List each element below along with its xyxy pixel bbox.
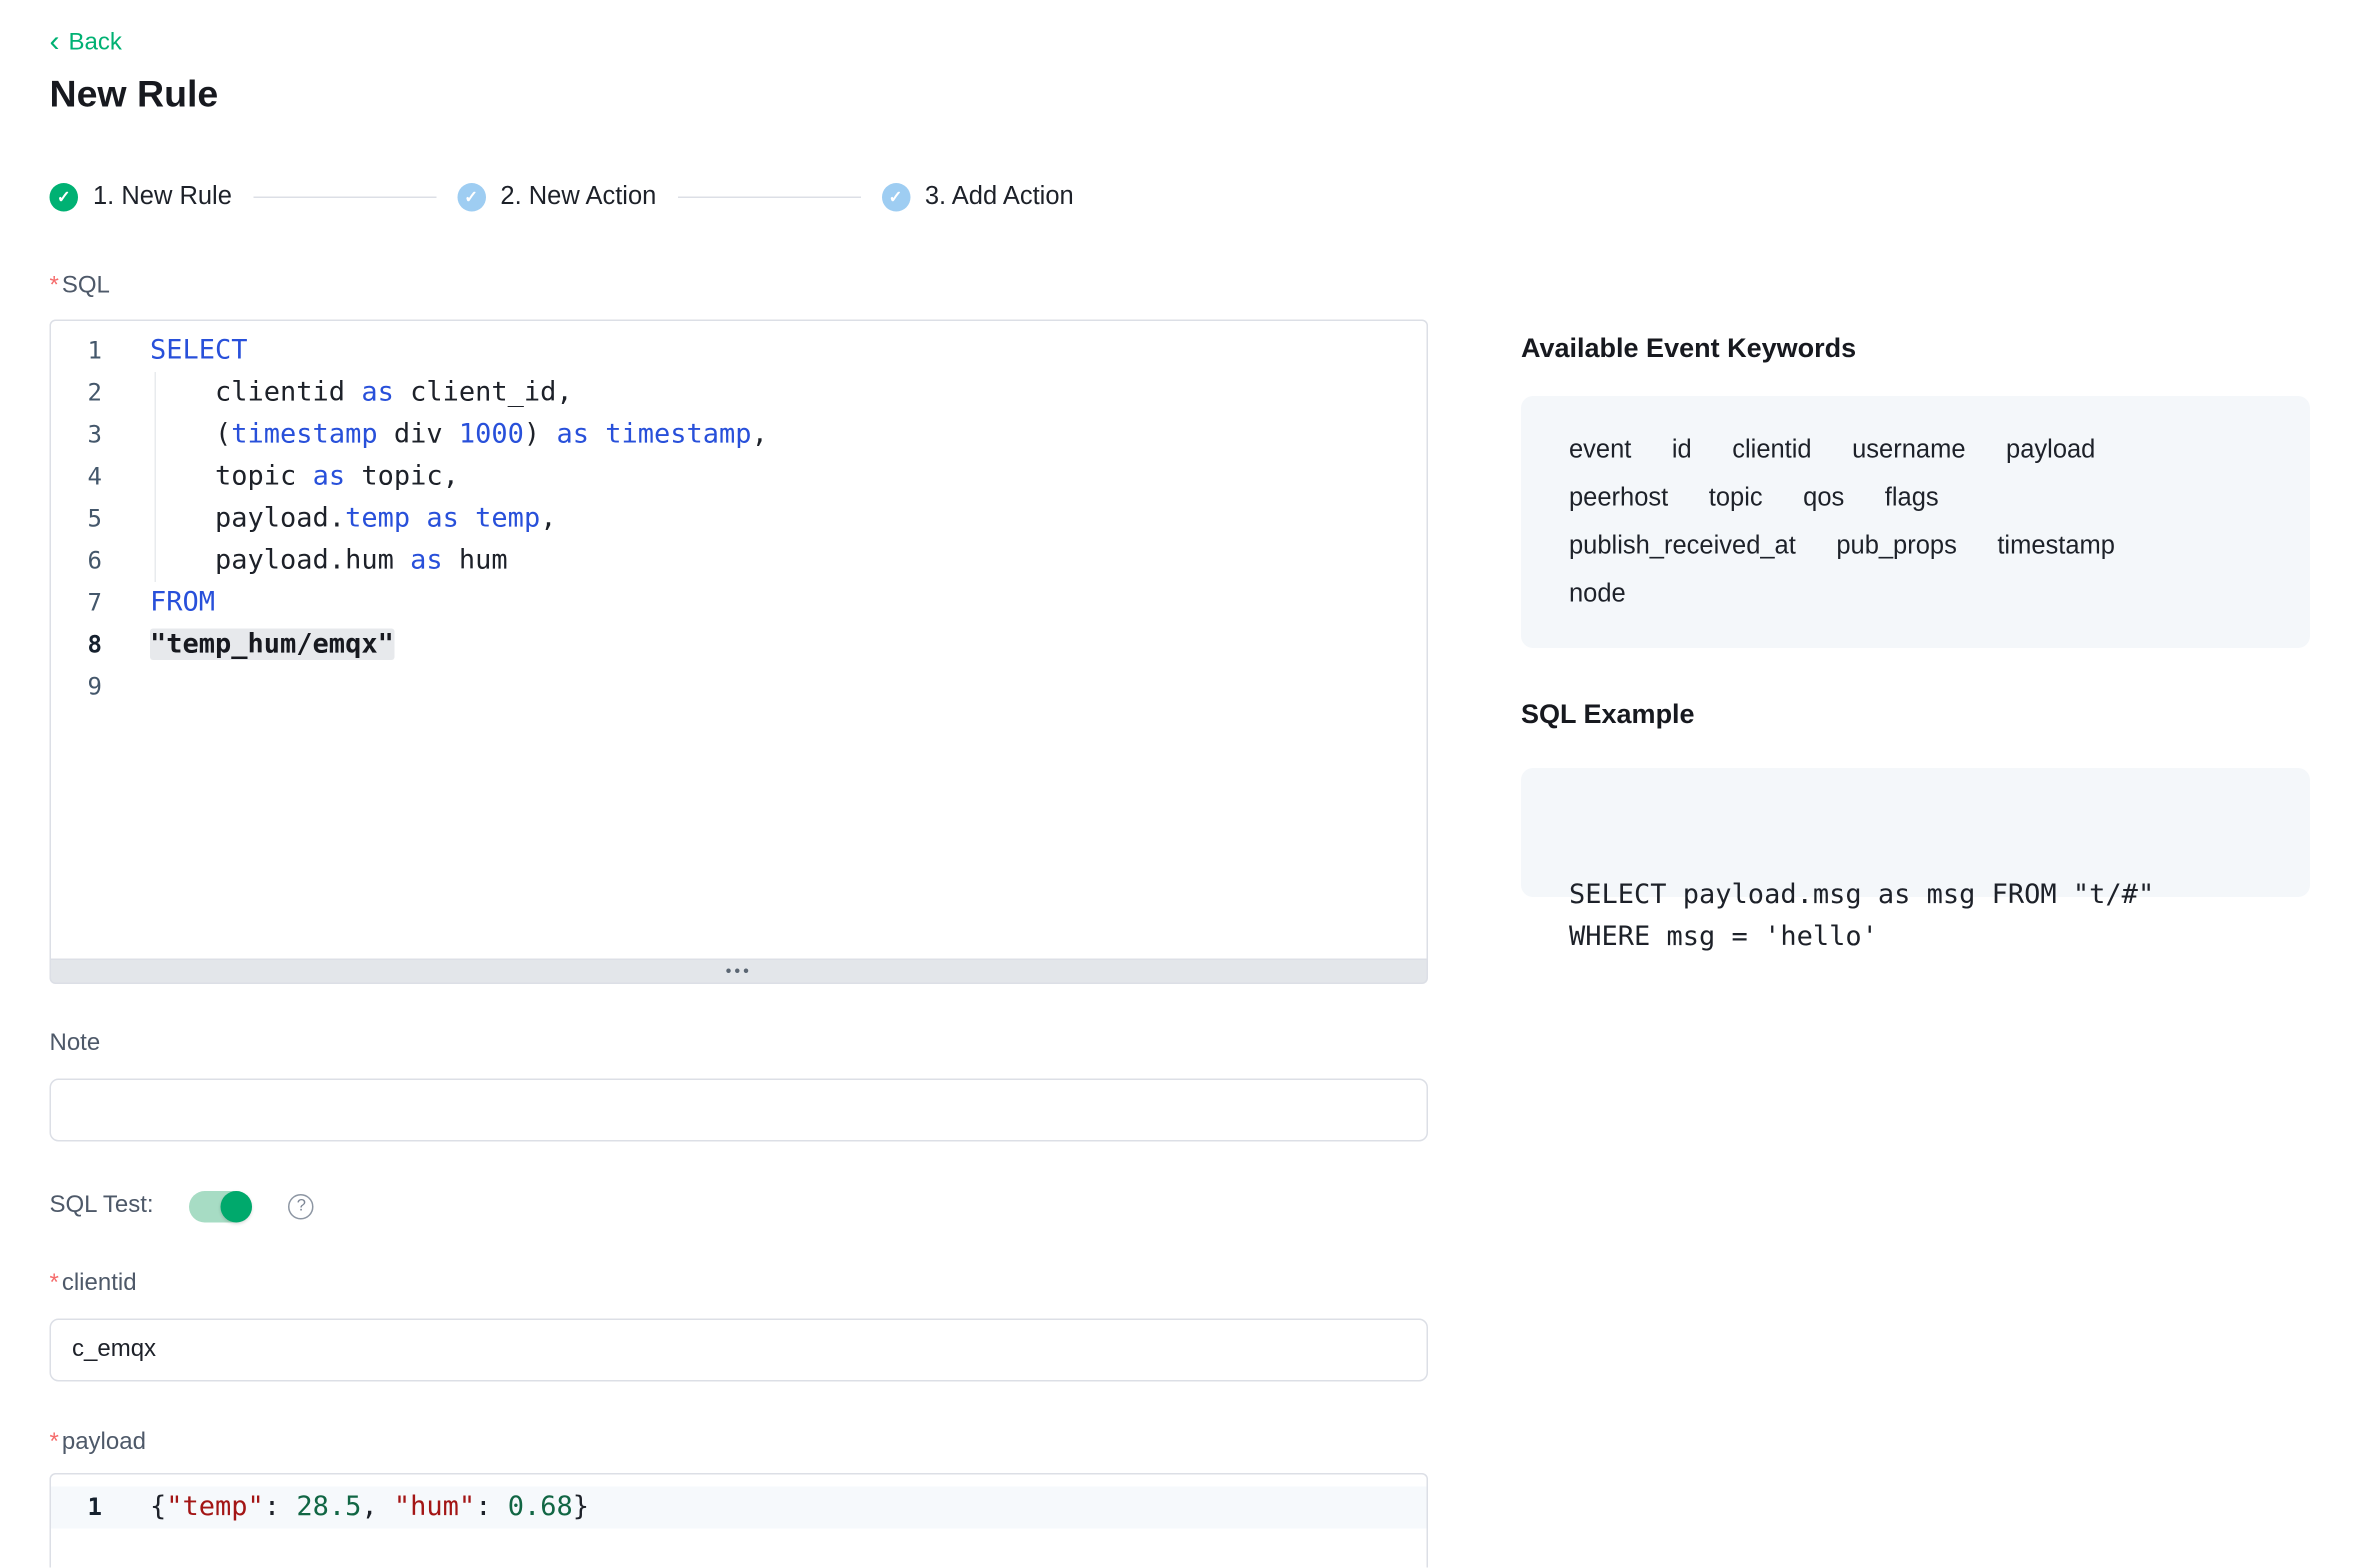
clientid-field-label: *clientid (50, 1271, 137, 1298)
sql-test-row: SQL Test: ? (50, 1190, 315, 1223)
sql-example-line: SELECT payload.msg as msg FROM "t/#" (1569, 875, 2262, 917)
code-line: 1{"temp": 28.5, "hum": 0.68} (51, 1487, 1427, 1529)
keyword-row: publish_received_at pub_props timestamp (1569, 522, 2262, 570)
chevron-left-icon: ‹ (50, 29, 60, 53)
line-number: 7 (51, 582, 102, 624)
line-number: 5 (51, 498, 102, 540)
note-field-label: Note (50, 1031, 101, 1058)
back-link[interactable]: ‹ Back (50, 30, 122, 57)
payload-field-label: *payload (50, 1430, 146, 1457)
code-line: 6 payload.hum as hum (51, 540, 1427, 582)
event-keyword: payload (2006, 426, 2095, 474)
step-label: 3. Add Action (925, 182, 1074, 212)
sql-test-label: SQL Test: (50, 1193, 154, 1220)
event-keyword: qos (1803, 474, 1844, 522)
drag-dots-icon: ••• (726, 964, 752, 979)
event-keyword: topic (1709, 474, 1763, 522)
sql-editor-lines: 1SELECT2 clientid as client_id,3 (timest… (51, 330, 1427, 708)
code-line-content: "temp_hum/emqx" (102, 624, 394, 666)
line-number: 1 (51, 330, 102, 372)
event-keyword: username (1852, 426, 1965, 474)
code-line: 3 (timestamp div 1000) as timestamp, (51, 414, 1427, 456)
code-line: 1SELECT (51, 330, 1427, 372)
step-add-action: ✓ 3. Add Action (881, 182, 1073, 212)
event-keyword: clientid (1732, 426, 1811, 474)
line-number: 6 (51, 540, 102, 582)
keywords-list: eventid clientid username payload peerhost to… (1569, 426, 2262, 618)
keyword-row: node (1569, 570, 2262, 618)
code-line-content: payload.hum as hum (102, 540, 508, 582)
code-line: 2 clientid as client_id, (51, 372, 1427, 414)
code-line: 8"temp_hum/emqx" (51, 624, 1427, 666)
event-keyword: peerhost (1569, 474, 1668, 522)
code-line: 7FROM (51, 582, 1427, 624)
step-done-check-icon: ✓ (50, 182, 79, 211)
note-input[interactable] (50, 1079, 1429, 1142)
required-asterisk: * (50, 273, 59, 299)
payload-editor[interactable]: 1{"temp": 28.5, "hum": 0.68} (50, 1473, 1429, 1568)
step-new-rule: ✓ 1. New Rule (50, 182, 232, 212)
line-number: 9 (51, 666, 102, 708)
sql-example-panel: SELECT payload.msg as msg FROM "t/#"WHER… (1521, 768, 2310, 897)
steps-bar: ✓ 1. New Rule ✓ 2. New Action ✓ 3. Add A… (50, 180, 1074, 213)
code-line-content: clientid as client_id, (102, 372, 573, 414)
help-icon[interactable]: ? (289, 1193, 315, 1219)
event-keyword: publish_received_at (1569, 522, 1796, 570)
indent-guide (155, 372, 157, 582)
code-line-content: {"temp": 28.5, "hum": 0.68} (102, 1487, 589, 1529)
field-label-text: SQL (62, 273, 110, 299)
new-rule-page: ‹ Back New Rule ✓ 1. New Rule ✓ 2. New A… (0, 0, 2356, 1568)
sql-field-label: *SQL (50, 273, 110, 300)
required-asterisk: * (50, 1430, 59, 1456)
code-line-content (102, 666, 150, 708)
keyword-row: eventid clientid username payload (1569, 426, 2262, 474)
sql-test-toggle[interactable] (190, 1190, 253, 1222)
step-connector (677, 196, 860, 198)
code-line-content: (timestamp div 1000) as timestamp, (102, 414, 768, 456)
sql-editor[interactable]: 1SELECT2 clientid as client_id,3 (timest… (50, 320, 1429, 961)
step-label: 2. New Action (500, 182, 656, 212)
step-pending-check-icon: ✓ (457, 182, 486, 211)
payload-editor-lines: 1{"temp": 28.5, "hum": 0.68} (51, 1487, 1427, 1529)
code-line: 5 payload.temp as temp, (51, 498, 1427, 540)
event-keyword: flags (1885, 474, 1939, 522)
clientid-input[interactable] (50, 1319, 1429, 1382)
line-number: 3 (51, 414, 102, 456)
keyword-row: peerhost topic qos flags (1569, 474, 2262, 522)
step-pending-check-icon: ✓ (881, 182, 910, 211)
step-connector (253, 196, 436, 198)
line-number: 4 (51, 456, 102, 498)
field-label-text: clientid (62, 1271, 137, 1297)
line-number: 8 (51, 624, 102, 666)
sql-example-title: SQL Example (1521, 699, 1695, 731)
event-keyword: pub_props (1836, 522, 1957, 570)
event-keyword: id (1672, 426, 1692, 474)
event-keyword: event (1569, 426, 1631, 474)
line-number: 2 (51, 372, 102, 414)
event-keywords-panel: eventid clientid username payload peerhost to… (1521, 396, 2310, 648)
toggle-knob (221, 1190, 253, 1222)
back-label: Back (69, 30, 122, 57)
field-label-text: payload (62, 1430, 146, 1456)
sql-example-code: SELECT payload.msg as msg FROM "t/#"WHER… (1569, 875, 2262, 959)
code-line-content: payload.temp as temp, (102, 498, 556, 540)
editor-resize-handle[interactable]: ••• (50, 960, 1429, 984)
step-new-action: ✓ 2. New Action (457, 182, 656, 212)
event-keywords-title: Available Event Keywords (1521, 333, 1856, 365)
line-number: 1 (51, 1487, 102, 1529)
required-asterisk: * (50, 1271, 59, 1297)
event-keyword: node (1569, 570, 1626, 618)
step-label: 1. New Rule (93, 182, 232, 212)
code-line-content: SELECT (102, 330, 248, 372)
code-line-content: FROM (102, 582, 215, 624)
code-line: 4 topic as topic, (51, 456, 1427, 498)
sql-example-line: WHERE msg = 'hello' (1569, 917, 2262, 959)
event-keyword: timestamp (1997, 522, 2115, 570)
page-title: New Rule (50, 74, 219, 118)
code-line: 9 (51, 666, 1427, 708)
